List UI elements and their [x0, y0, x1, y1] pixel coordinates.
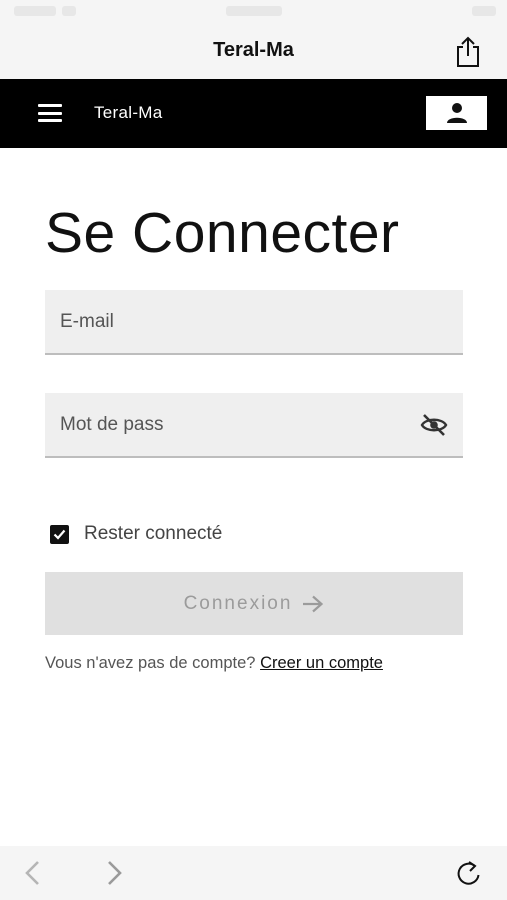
- browser-bottom-toolbar: [0, 846, 507, 900]
- share-button[interactable]: [453, 34, 483, 70]
- account-button[interactable]: [426, 96, 487, 130]
- email-field-container: [45, 290, 463, 355]
- email-input[interactable]: [45, 290, 463, 353]
- status-center: [226, 6, 282, 16]
- arrow-right-icon: [302, 595, 324, 613]
- hamburger-menu-button[interactable]: [38, 104, 62, 122]
- browser-top-bar: Teral-Ma: [0, 26, 507, 79]
- checkmark-icon: [53, 529, 66, 540]
- forward-button[interactable]: [103, 860, 125, 886]
- signup-prompt: Vous n'avez pas de compte? Creer un comp…: [45, 654, 383, 673]
- user-icon: [446, 103, 467, 123]
- page-title: Se Connecter: [45, 201, 400, 265]
- hamburger-line: [38, 119, 62, 122]
- reload-icon: [457, 861, 480, 885]
- password-input[interactable]: [45, 393, 463, 456]
- login-button[interactable]: Connexion: [45, 572, 463, 635]
- browser-page-title: Teral-Ma: [213, 39, 294, 61]
- status-time: [14, 6, 56, 16]
- chevron-left-icon: [25, 861, 39, 885]
- status-bar: [0, 0, 507, 26]
- no-account-text: Vous n'avez pas de compte?: [45, 654, 256, 672]
- remember-me-label[interactable]: Rester connecté: [84, 523, 222, 545]
- battery-icon: [472, 6, 496, 16]
- remember-me-checkbox[interactable]: [50, 524, 69, 544]
- site-navbar: Teral-Ma: [0, 79, 507, 148]
- hamburger-menu-icon: [38, 104, 62, 107]
- site-brand[interactable]: Teral-Ma: [94, 103, 163, 123]
- back-button[interactable]: [22, 860, 44, 886]
- password-field-container: [45, 393, 463, 458]
- remember-me: Rester connecté: [50, 523, 222, 545]
- share-icon: [457, 36, 479, 67]
- eye-slash-icon: [420, 414, 448, 436]
- hamburger-line: [38, 111, 62, 115]
- login-button-label: Connexion: [183, 592, 293, 614]
- chevron-right-icon: [108, 861, 122, 885]
- create-account-link[interactable]: Creer un compte: [260, 654, 383, 672]
- wifi-icon: [62, 6, 76, 16]
- reload-button[interactable]: [455, 858, 483, 888]
- toggle-password-visibility-button[interactable]: [419, 412, 449, 438]
